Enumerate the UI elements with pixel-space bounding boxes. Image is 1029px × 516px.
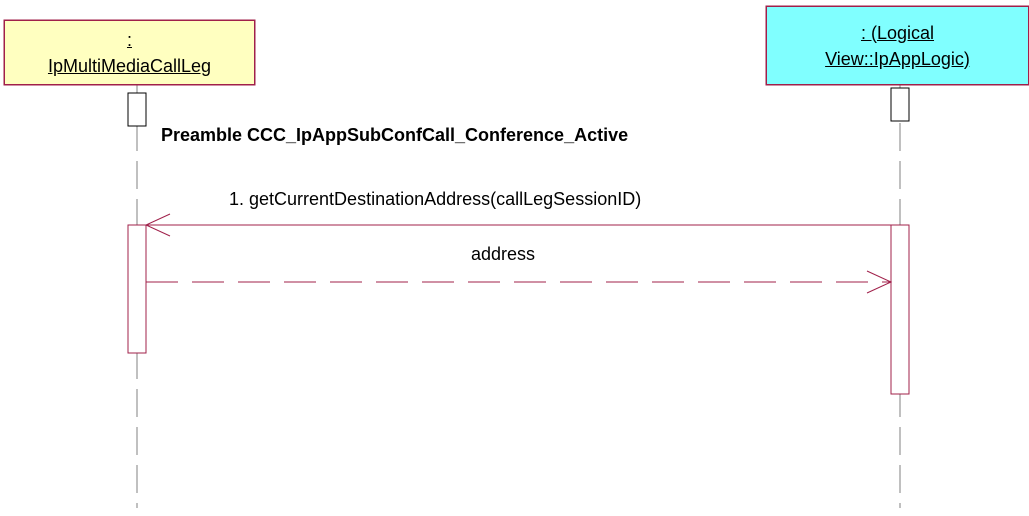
object-right-line1: : (Logical [860,22,935,43]
object-left-line1: : [126,29,132,50]
activation-left [127,224,147,354]
object-right-line2: View::IpAppLogic) [825,48,970,69]
message-label-1: 1. getCurrentDestinationAddress(callLegS… [229,189,642,209]
preamble-label: Preamble CCC_IpAppSubConfCall_Conference… [161,125,629,145]
activation-left-preamble [127,92,147,127]
object-ipmultimediacallleg: : IpMultiMediaCallLeg [4,20,255,85]
object-left-line2: IpMultiMediaCallLeg [47,55,212,76]
message-label-2: address [471,244,536,264]
activation-right-preamble [890,87,910,122]
activation-right [890,224,910,395]
object-ipapplogic: : (Logical View::IpAppLogic) [766,6,1029,85]
